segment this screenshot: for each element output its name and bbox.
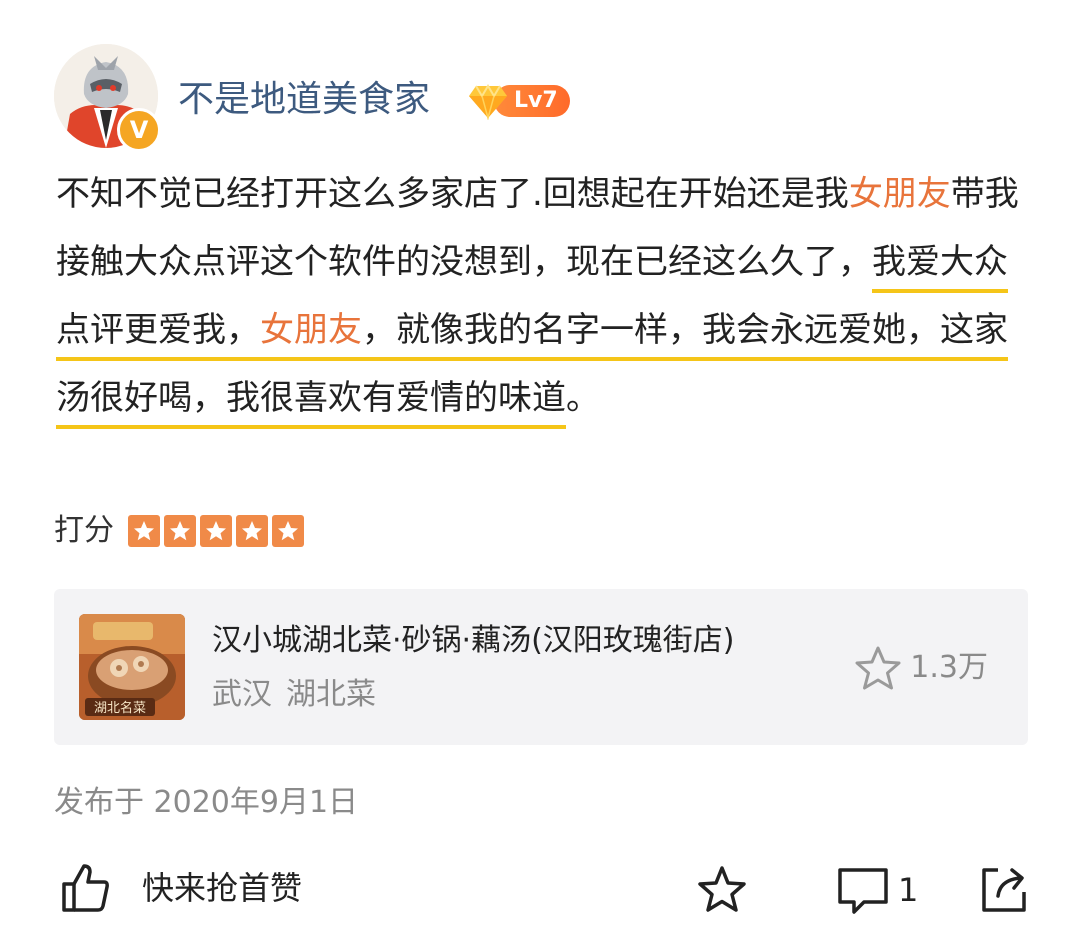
shop-thumbnail: 湖北名菜 [79, 614, 185, 720]
rating-star-icon [272, 515, 304, 547]
level-badge: Lv7 [468, 82, 570, 120]
shop-name[interactable]: 汉小城湖北菜·砂锅·藕汤(汉阳玫瑰街店) [212, 619, 734, 663]
review-text: 不知不觉已经打开这么多家店了.回想起在开始还是我女朋友带我接触大众点评这个软件的… [56, 160, 1041, 432]
review-segment: 。 [566, 378, 600, 418]
shop-thumb-text: 湖北名菜 [94, 700, 146, 716]
verified-badge: V [117, 108, 161, 152]
diamond-icon [469, 84, 507, 120]
review-segment: 女朋友 [848, 174, 951, 214]
rating-star-icon [164, 515, 196, 547]
shop-city: 武汉 [212, 677, 272, 712]
rating-star-icon [236, 515, 268, 547]
rating-star-icon [200, 515, 232, 547]
rating-star-icon [128, 515, 160, 547]
post-date: 发布于 2020年9月1日 [54, 785, 359, 820]
like-button[interactable]: 快来抢首赞 [60, 860, 302, 916]
favorite-star-icon[interactable] [696, 864, 748, 916]
shop-meta: 武汉 湖北菜 [212, 673, 376, 717]
rating-stars [128, 515, 304, 547]
review-segment: 不知不觉已经打开这么多家店了.回想起在开始还是我 [56, 174, 849, 214]
comment-icon [838, 868, 888, 914]
star-outline-icon [855, 646, 901, 690]
shop-card[interactable]: 湖北名菜 汉小城湖北菜·砂锅·藕汤(汉阳玫瑰街店) 武汉 湖北菜 1.3万 [54, 589, 1028, 745]
comment-button[interactable]: 1 [836, 862, 918, 918]
shop-favorite-count: 1.3万 [910, 650, 988, 685]
review-segment: 女朋友 [260, 310, 362, 350]
username[interactable]: 不是地道美食家 [178, 76, 430, 124]
rating-row: 打分 [54, 509, 304, 553]
thumbs-up-icon [62, 864, 109, 912]
shop-cuisine: 湖北菜 [286, 677, 376, 712]
shop-favorite-button[interactable]: 1.3万 [854, 645, 988, 691]
rating-label: 打分 [54, 513, 114, 548]
share-icon[interactable] [978, 862, 1030, 914]
comment-count: 1 [898, 871, 919, 909]
like-label: 快来抢首赞 [142, 869, 303, 907]
